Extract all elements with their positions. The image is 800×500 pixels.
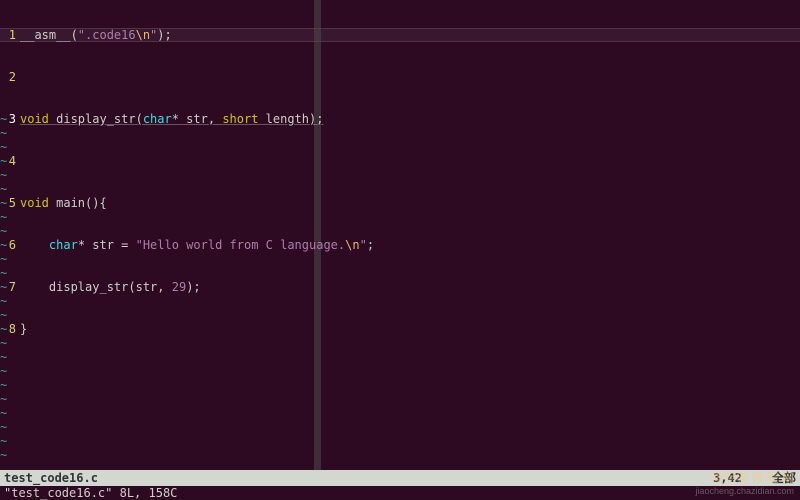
line-number: 1 <box>0 28 16 42</box>
empty-line-tilde: ~ <box>0 406 12 420</box>
empty-line-tilde: ~ <box>0 448 12 462</box>
empty-line-tilde: ~ <box>0 112 12 126</box>
empty-line-tilde: ~ <box>0 308 12 322</box>
empty-line-tilde: ~ <box>0 224 12 238</box>
empty-line-tilde: ~ <box>0 364 12 378</box>
empty-line-tilde: ~ <box>0 168 12 182</box>
empty-line-tilde: ~ <box>0 154 12 168</box>
code-line[interactable]: } <box>20 322 800 336</box>
empty-line-tildes: ~~~~~~~~~~~~~~~~~~~~~~~~~ <box>0 112 12 470</box>
empty-line-tilde: ~ <box>0 280 12 294</box>
empty-line-tilde: ~ <box>0 420 12 434</box>
empty-line-tilde: ~ <box>0 126 12 140</box>
status-cursor-position: 3,42 <box>713 471 742 485</box>
status-bar: test_code16.c 3,42 全部 <box>0 470 800 486</box>
empty-line-tilde: ~ <box>0 252 12 266</box>
empty-line-tilde: ~ <box>0 350 12 364</box>
code-line[interactable]: display_str(str, 29); <box>20 280 800 294</box>
code-line[interactable]: __asm__(".code16\n"); <box>20 28 800 42</box>
empty-line-tilde: ~ <box>0 378 12 392</box>
code-line[interactable]: void main(){ <box>20 196 800 210</box>
empty-line-tilde: ~ <box>0 322 12 336</box>
line-number: 2 <box>0 70 16 84</box>
code-line[interactable] <box>20 70 800 84</box>
status-scroll-percent: 全部 <box>772 471 796 485</box>
empty-line-tilde: ~ <box>0 434 12 448</box>
code-line[interactable] <box>20 154 800 168</box>
status-filename: test_code16.c <box>4 471 98 485</box>
empty-line-tilde: ~ <box>0 294 12 308</box>
empty-line-tilde: ~ <box>0 238 12 252</box>
empty-line-tilde: ~ <box>0 182 12 196</box>
empty-line-tilde: ~ <box>0 210 12 224</box>
empty-line-tilde: ~ <box>0 196 12 210</box>
code-line-current[interactable]: void display_str(char* str, short length… <box>20 112 800 126</box>
command-line[interactable]: "test_code16.c" 8L, 158C <box>0 486 800 500</box>
empty-line-tilde: ~ <box>0 140 12 154</box>
empty-line-tilde: ~ <box>0 392 12 406</box>
code-area[interactable]: __asm__(".code16\n"); void display_str(c… <box>20 0 800 364</box>
empty-line-tilde: ~ <box>0 336 12 350</box>
code-editor[interactable]: 1 2 3 4 5 6 7 8 __asm__(".code16\n"); vo… <box>0 0 800 470</box>
empty-line-tilde: ~ <box>0 266 12 280</box>
code-line[interactable]: char* str = "Hello world from C language… <box>20 238 800 252</box>
